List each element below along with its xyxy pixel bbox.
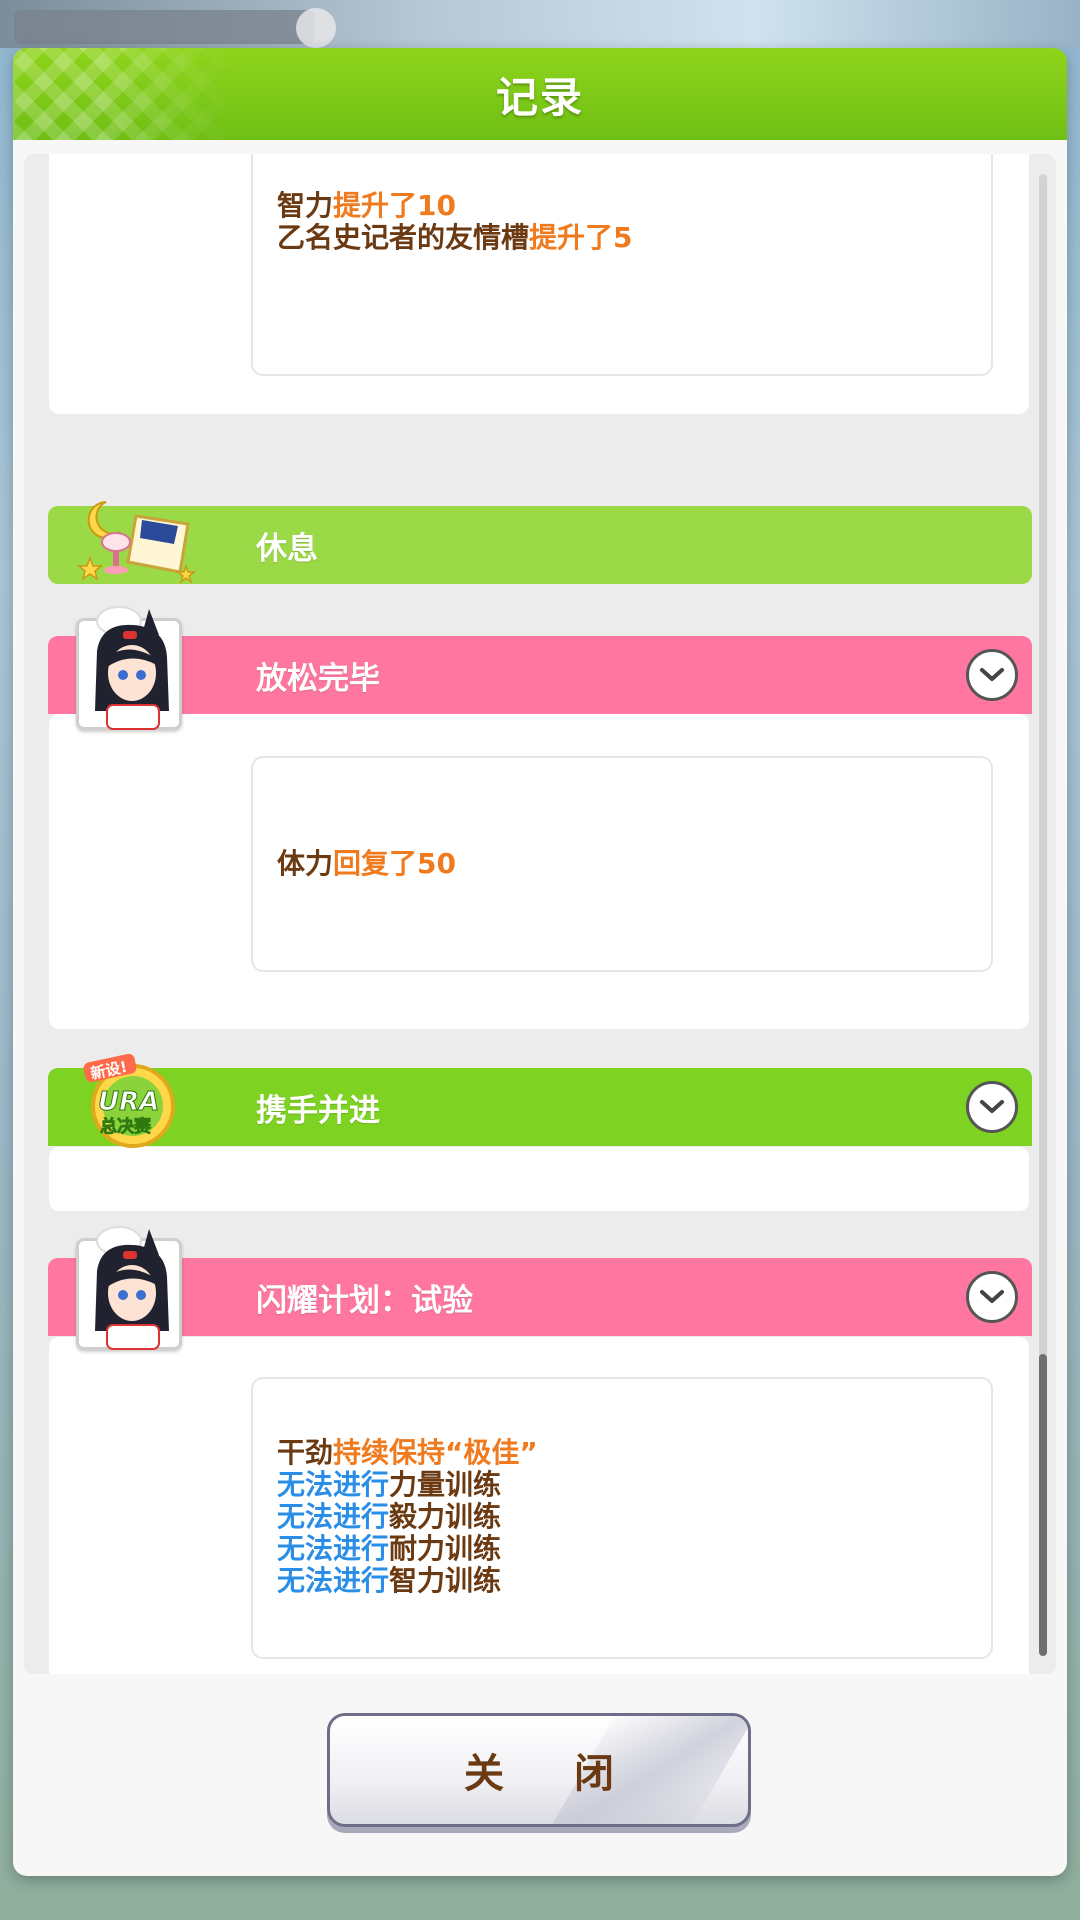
- detail-line: 智力提升了10: [277, 189, 456, 222]
- background-strip: [0, 0, 1080, 48]
- header-pattern: [13, 48, 233, 140]
- chevron-down-icon: [980, 1290, 1004, 1303]
- detail-line: 乙名史记者的友情槽提升了5: [277, 221, 633, 254]
- rest-header: 休息: [48, 501, 1032, 585]
- detail-line: 干劲持续保持“极佳”: [277, 1436, 538, 1469]
- detail-line: 体力回复了50: [277, 847, 456, 880]
- relax-header[interactable]: 放松完毕: [48, 636, 1032, 714]
- character-portrait: [76, 606, 182, 730]
- close-button[interactable]: 关 闭: [327, 1713, 751, 1827]
- detail-text: 智力提升了10 乙名史记者的友情槽提升了5: [277, 190, 633, 254]
- detail-box: 干劲持续保持“极佳” 无法进行力量训练 无法进行毅力训练 无法进行耐力训练 无法…: [251, 1377, 993, 1659]
- background-coin-icon: [296, 8, 336, 48]
- expand-button[interactable]: [966, 649, 1018, 701]
- detail-text: 干劲持续保持“极佳” 无法进行力量训练 无法进行毅力训练 无法进行耐力训练 无法…: [277, 1437, 538, 1597]
- background-pill: [14, 10, 314, 44]
- expand-button[interactable]: [966, 1271, 1018, 1323]
- chevron-down-icon: [980, 1100, 1004, 1113]
- detail-box: 智力提升了10 乙名史记者的友情槽提升了5: [251, 154, 993, 376]
- scrollbar[interactable]: [1039, 174, 1047, 1656]
- scrollbar-thumb[interactable]: [1039, 1354, 1047, 1656]
- record-card-shine: 干劲持续保持“极佳” 无法进行力量训练 无法进行毅力训练 无法进行耐力训练 无法…: [49, 1337, 1029, 1674]
- chevron-down-icon: [980, 668, 1004, 681]
- detail-line: 无法进行智力训练: [277, 1564, 502, 1597]
- record-card-relax: 体力回复了50: [49, 714, 1029, 1029]
- shine-label: 闪耀计划：试验: [256, 1282, 473, 1319]
- together-label: 携手并进: [256, 1092, 380, 1129]
- record-list[interactable]: 智力提升了10 乙名史记者的友情槽提升了5 休息 体力回复了50 放松完毕 新设…: [24, 154, 1056, 1674]
- dialog-header: 记录: [13, 48, 1067, 140]
- rest-label: 休息: [256, 530, 318, 567]
- expand-button[interactable]: [966, 1081, 1018, 1133]
- ura-finals-badge-icon: 新设! URA 总决赛: [78, 1048, 188, 1162]
- together-header[interactable]: 新设! URA 总决赛 携手并进: [48, 1053, 1032, 1148]
- detail-text: 体力回复了50: [277, 848, 456, 880]
- detail-line: 无法进行耐力训练: [277, 1532, 502, 1565]
- shine-header[interactable]: 闪耀计划：试验: [48, 1258, 1032, 1336]
- detail-box: 体力回复了50: [251, 756, 993, 972]
- dialog-title: 记录: [495, 72, 584, 122]
- close-button-label: 关 闭: [464, 1751, 642, 1797]
- ura-badge-bottom-text: 总决赛: [100, 1116, 152, 1137]
- ura-badge-mid-text: URA: [98, 1087, 159, 1117]
- record-card-top: 智力提升了10 乙名史记者的友情槽提升了5: [49, 154, 1029, 414]
- detail-line: 无法进行毅力训练: [277, 1500, 502, 1533]
- record-dialog: 记录 智力提升了10 乙名史记者的友情槽提升了5 休息 体力回复了50 放松完毕…: [13, 48, 1067, 1876]
- detail-line: 无法进行力量训练: [277, 1468, 502, 1501]
- character-portrait: [76, 1226, 182, 1350]
- record-card-together: [49, 1147, 1029, 1211]
- relax-label: 放松完毕: [256, 660, 380, 697]
- moon-lamp-pillow-icon: [76, 496, 197, 588]
